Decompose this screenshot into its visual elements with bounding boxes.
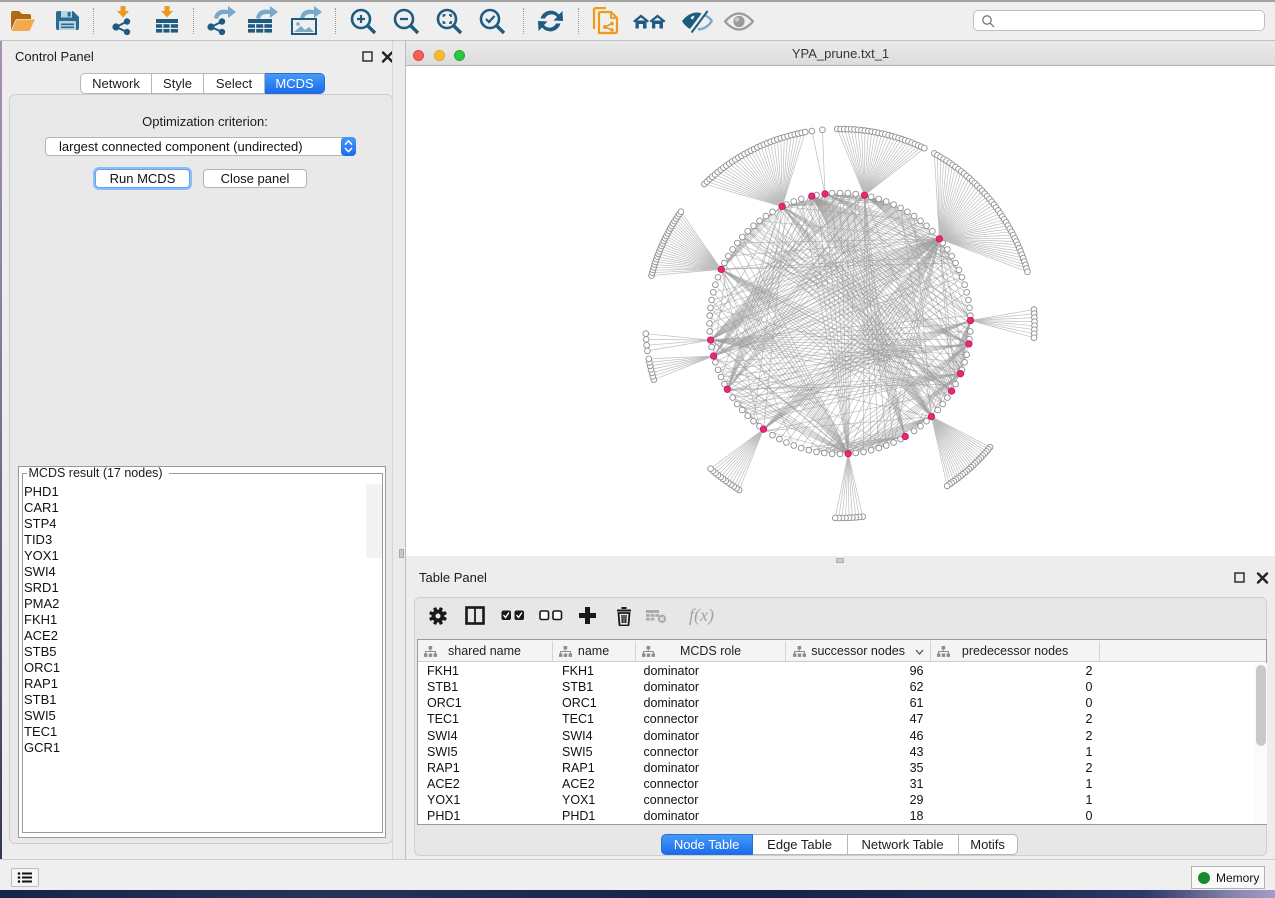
svg-text:f(x): f(x)	[689, 605, 714, 626]
